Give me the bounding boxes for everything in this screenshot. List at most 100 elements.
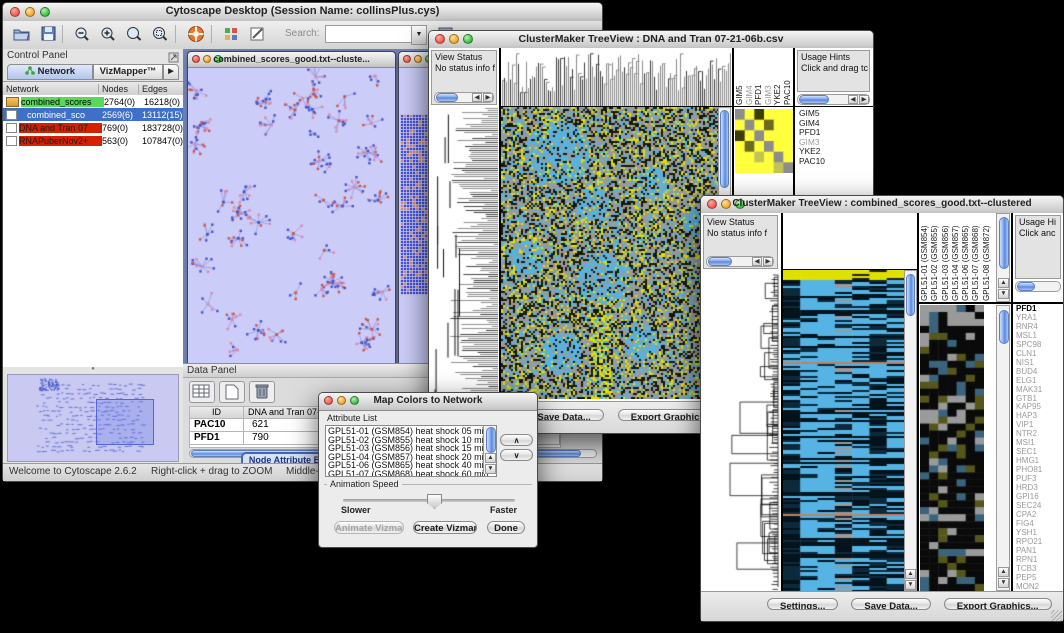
- tv1-row-dendrogram-canvas[interactable]: [431, 107, 498, 399]
- scroll-up-icon[interactable]: ▲: [998, 278, 1009, 288]
- scroll-up-icon[interactable]: ▲: [485, 453, 496, 463]
- zoom-out-icon[interactable]: [69, 23, 95, 47]
- tv1-column-label[interactable]: GIM4: [745, 49, 755, 105]
- network-view-titlebar[interactable]: combined_scores_good.txt--cluste...: [188, 52, 395, 68]
- tab-overflow-arrow-icon[interactable]: ▶: [163, 64, 179, 80]
- delete-attribute-icon[interactable]: [249, 381, 275, 403]
- tv2-column-label[interactable]: GPL51-06 (GSM865): [961, 215, 971, 301]
- create-vizmap-button[interactable]: Create Vizmap: [413, 521, 477, 534]
- dialog-title: Map Colors to Network: [319, 395, 537, 406]
- network-list-row[interactable]: combined_sco 2569(6) 13112(15): [3, 108, 183, 121]
- tab-network[interactable]: Network: [7, 64, 93, 80]
- scroll-down-icon[interactable]: ▼: [485, 464, 496, 474]
- tv2-column-label[interactable]: GPL51-02 (GSM855): [930, 215, 940, 301]
- scroll-up-icon[interactable]: ▲: [905, 569, 916, 579]
- scroll-right-icon[interactable]: ▶: [763, 257, 773, 266]
- tv2-labels-vscrollbar[interactable]: ▲ ▼: [996, 213, 1010, 302]
- scrollbar-thumb[interactable]: [486, 427, 496, 453]
- attribute-table-icon[interactable]: [189, 381, 215, 403]
- tv2-action-button[interactable]: Settings...: [767, 598, 838, 610]
- dialog-titlebar[interactable]: Map Colors to Network: [319, 393, 537, 411]
- attribute-list-vscrollbar[interactable]: ▲ ▼: [483, 426, 496, 474]
- zoom-in-icon[interactable]: [95, 23, 121, 47]
- tv2-column-label[interactable]: GPL51-07 (GSM868): [971, 215, 981, 301]
- tv2-status-hscrollbar[interactable]: ◀ ▶: [706, 256, 774, 267]
- tv2-column-label[interactable]: GPL51-08 (GSM872): [982, 215, 992, 301]
- treeview1-titlebar[interactable]: ClusterMaker TreeView : DNA and Tran 07-…: [429, 31, 873, 49]
- scroll-left-icon[interactable]: ◀: [472, 93, 482, 102]
- scroll-left-icon[interactable]: ◀: [848, 95, 858, 104]
- scrollbar-thumb[interactable]: [436, 93, 458, 102]
- search-input[interactable]: [325, 25, 413, 43]
- tv2-column-label[interactable]: GPL51-01 (GSM854): [920, 215, 930, 301]
- tv1-hints-hscrollbar[interactable]: ◀ ▶: [797, 94, 870, 105]
- tv1-column-label[interactable]: PAC10: [783, 49, 793, 105]
- tv2-zoom-vscrollbar[interactable]: ▲ ▼: [996, 305, 1010, 591]
- resize-grip[interactable]: [1051, 610, 1062, 621]
- animation-speed-slider[interactable]: [343, 499, 515, 502]
- scroll-right-icon[interactable]: ▶: [483, 93, 493, 102]
- tv1-column-label[interactable]: GIM3: [764, 49, 774, 105]
- tv1-column-label[interactable]: PFD1: [754, 49, 764, 105]
- scrollbar-thumb[interactable]: [906, 274, 915, 316]
- close-button[interactable]: [403, 55, 411, 63]
- tv2-row-dendrogram-canvas[interactable]: [702, 271, 780, 591]
- zoom-fit-icon[interactable]: [121, 23, 147, 47]
- tv2-zoom-heatmap-canvas[interactable]: [920, 305, 984, 591]
- move-up-button[interactable]: ∧: [500, 434, 533, 446]
- tv1-column-dendrogram-canvas[interactable]: [501, 49, 731, 106]
- scroll-down-icon[interactable]: ▼: [998, 578, 1009, 588]
- attribute-item[interactable]: GPL51-07 (GSM868) heat shock 60 min: [328, 470, 482, 477]
- search-dropdown-icon[interactable]: ▼: [411, 25, 427, 45]
- tv1-column-label[interactable]: GIM5: [735, 49, 745, 105]
- main-titlebar[interactable]: Cytoscape Desktop (Session Name: collins…: [3, 3, 602, 22]
- scroll-down-icon[interactable]: ▼: [998, 289, 1009, 299]
- open-file-icon[interactable]: [9, 23, 35, 47]
- scroll-right-icon[interactable]: ▶: [859, 95, 869, 104]
- tv1-gene-item[interactable]: PAC10: [799, 157, 869, 167]
- tv2-column-label[interactable]: GPL51-04 (GSM857): [951, 215, 961, 301]
- tv2-column-labels: GPL51-01 (GSM854)GPL51-02 (GSM855)GPL51-…: [920, 215, 996, 301]
- vizmapper-shortcut-icon[interactable]: [219, 23, 245, 47]
- tv1-correlation-matrix-canvas[interactable]: [735, 109, 793, 173]
- minimize-button[interactable]: [414, 55, 422, 63]
- attribute-listbox[interactable]: GPL51-01 (GSM854) heat shock 05 minGPL51…: [325, 425, 497, 477]
- panel-splitter-handle[interactable]: ●: [3, 367, 183, 373]
- tv2-column-label[interactable]: GPL51-03 (GSM856): [941, 215, 951, 301]
- tab-vizmapper[interactable]: VizMapper™: [93, 64, 163, 80]
- scroll-down-icon[interactable]: ▼: [905, 580, 916, 590]
- tv1-heatmap-canvas[interactable]: [501, 107, 718, 399]
- tv2-action-button[interactable]: Export Graphics...: [944, 598, 1052, 610]
- treeview2-titlebar[interactable]: ClusterMaker TreeView : combined_scores_…: [701, 196, 1063, 214]
- slider-thumb[interactable]: [427, 494, 442, 509]
- save-icon[interactable]: [36, 23, 62, 47]
- done-button[interactable]: Done: [487, 521, 525, 534]
- animate-vizmap-button[interactable]: Animate Vizmap: [334, 521, 404, 534]
- annotation-icon[interactable]: [245, 23, 271, 47]
- zoom-selected-icon[interactable]: [147, 23, 173, 47]
- overview-viewport-rect[interactable]: [96, 399, 154, 445]
- scrollbar-thumb[interactable]: [999, 310, 1009, 344]
- tv2-gene-item[interactable]: MON2: [1016, 583, 1062, 591]
- new-attribute-icon[interactable]: [219, 381, 245, 403]
- tv2-hints-hscrollbar[interactable]: [1015, 281, 1061, 292]
- scrollbar-thumb[interactable]: [999, 217, 1009, 269]
- help-icon[interactable]: [183, 23, 209, 47]
- network-overview-panel[interactable]: [7, 374, 179, 462]
- scrollbar-thumb[interactable]: [799, 95, 829, 104]
- scrollbar-thumb[interactable]: [720, 110, 729, 188]
- tv1-column-label[interactable]: YKE2: [773, 49, 783, 105]
- scrollbar-thumb[interactable]: [1017, 282, 1035, 291]
- tv2-action-button[interactable]: Save Data...: [851, 598, 930, 610]
- network-list-row[interactable]: combined_scores 2764(0) 16218(0): [3, 95, 183, 108]
- tv2-heatmap-canvas[interactable]: [783, 270, 904, 591]
- network-graph-canvas[interactable]: [188, 67, 393, 362]
- tv1-status-hscrollbar[interactable]: ◀ ▶: [434, 92, 494, 103]
- scroll-left-icon[interactable]: ◀: [752, 257, 762, 266]
- network-list-row[interactable]: RNAPuberNov2+ 563(0) 107847(0): [3, 134, 183, 147]
- network-list-row[interactable]: DNA and Tran 07 769(0) 183728(0): [3, 121, 183, 134]
- scrollbar-thumb[interactable]: [708, 257, 732, 266]
- scroll-up-icon[interactable]: ▲: [998, 567, 1009, 577]
- tv2-heatmap-vscrollbar[interactable]: ▲ ▼: [904, 270, 917, 591]
- move-down-button[interactable]: ∨: [500, 449, 533, 461]
